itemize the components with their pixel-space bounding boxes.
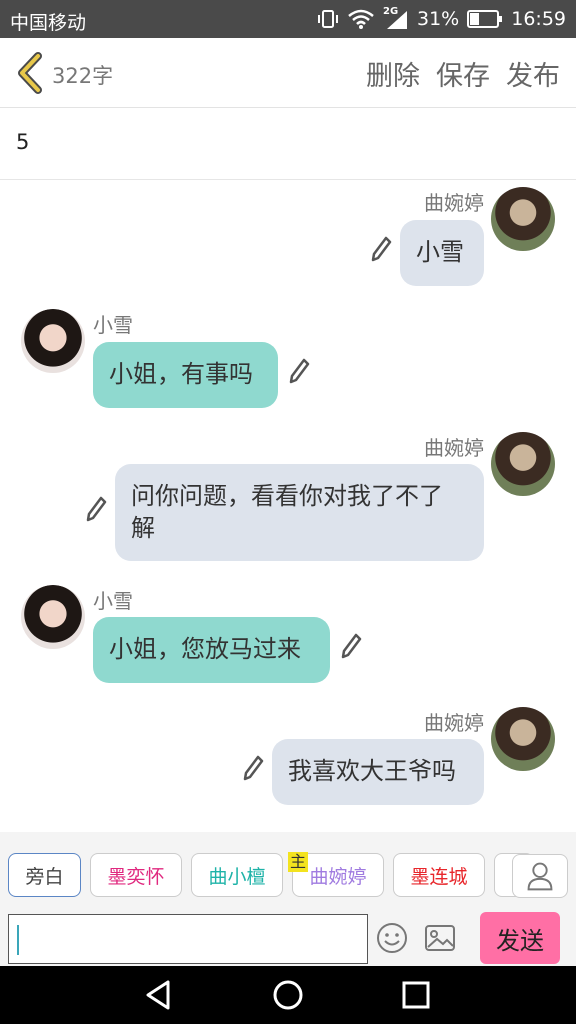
- message-sender: 曲婉婷: [424, 436, 484, 460]
- character-name: 墨奕怀: [107, 865, 165, 888]
- image-icon[interactable]: [424, 924, 456, 952]
- publish-button[interactable]: 发布: [506, 54, 560, 93]
- editor-header: 322字 删除 保存 发布: [0, 38, 576, 108]
- character-name: 墨连城: [410, 865, 468, 888]
- avatar[interactable]: [491, 707, 555, 771]
- character-chip[interactable]: 曲小檀: [191, 853, 283, 897]
- header-actions: 删除 保存 发布: [366, 54, 560, 93]
- character-name: 曲小檀: [208, 865, 266, 888]
- vibrate-icon: [318, 10, 338, 28]
- message-sender: 小雪: [93, 589, 133, 613]
- person-icon[interactable]: [512, 854, 568, 898]
- message-bubble[interactable]: 小姐，您放马过来: [93, 617, 330, 683]
- pencil-icon[interactable]: [370, 236, 392, 262]
- battery-icon: [467, 10, 503, 28]
- character-chip[interactable]: 墨奕怀: [90, 853, 182, 897]
- status-bar: 中国移动 2G 31% 16:59: [0, 0, 576, 38]
- title-value: 5: [16, 130, 30, 154]
- message-bubble[interactable]: 问你问题，看看你对我了不了 解: [115, 464, 484, 561]
- clock: 16:59: [511, 8, 566, 30]
- battery-percent: 31%: [417, 8, 460, 30]
- message-line: 问你问题，看看你对我了不了: [131, 482, 443, 510]
- save-button[interactable]: 保存: [436, 54, 490, 93]
- back-chevron-icon[interactable]: [14, 52, 46, 94]
- message-bubble[interactable]: 我喜欢大王爷吗: [272, 739, 484, 805]
- message-bubble[interactable]: 小姐，有事吗: [93, 342, 278, 408]
- signal-icon: 2G: [383, 6, 409, 30]
- nav-back-icon[interactable]: [142, 978, 176, 1012]
- status-icons: 2G 31% 16:59: [317, 6, 566, 32]
- carrier-name: 中国移动: [10, 12, 87, 34]
- wifi-icon: [348, 9, 374, 29]
- chat-area[interactable]: 曲婉婷 小雪 小雪 小姐，有事吗 曲婉婷 问你问题，看看你对我了不了 解 小雪 …: [0, 180, 576, 832]
- nav-home-icon[interactable]: [271, 978, 305, 1012]
- smiley-icon[interactable]: [376, 922, 408, 954]
- character-chip[interactable]: 墨连城: [393, 853, 485, 897]
- pencil-icon[interactable]: [85, 496, 107, 522]
- character-chip[interactable]: 旁白: [8, 853, 81, 897]
- send-button[interactable]: 发送: [480, 912, 560, 964]
- avatar[interactable]: [491, 432, 555, 496]
- character-selector: 旁白 墨奕怀 曲小檀 曲婉婷 主 墨连城: [8, 852, 568, 900]
- character-name: 曲婉婷: [309, 865, 367, 888]
- character-name: 旁白: [25, 865, 64, 888]
- main-character-badge: 主: [288, 852, 308, 872]
- word-count: 322字: [52, 64, 114, 88]
- text-caret: [17, 925, 19, 955]
- avatar[interactable]: [21, 585, 85, 649]
- pencil-icon[interactable]: [340, 633, 362, 659]
- nav-recents-icon[interactable]: [399, 978, 433, 1012]
- avatar[interactable]: [491, 187, 555, 251]
- message-sender: 小雪: [93, 313, 133, 337]
- message-line: 解: [131, 514, 155, 542]
- message-input[interactable]: [8, 914, 368, 964]
- pencil-icon[interactable]: [288, 358, 310, 384]
- pencil-icon[interactable]: [242, 755, 264, 781]
- delete-button[interactable]: 删除: [366, 54, 420, 93]
- message-bubble[interactable]: 小雪: [400, 220, 484, 286]
- title-field[interactable]: 5: [0, 108, 576, 180]
- avatar[interactable]: [21, 309, 85, 373]
- message-sender: 曲婉婷: [424, 711, 484, 735]
- network-type: 2G: [383, 6, 399, 17]
- system-nav-bar: [0, 966, 576, 1024]
- message-sender: 曲婉婷: [424, 191, 484, 215]
